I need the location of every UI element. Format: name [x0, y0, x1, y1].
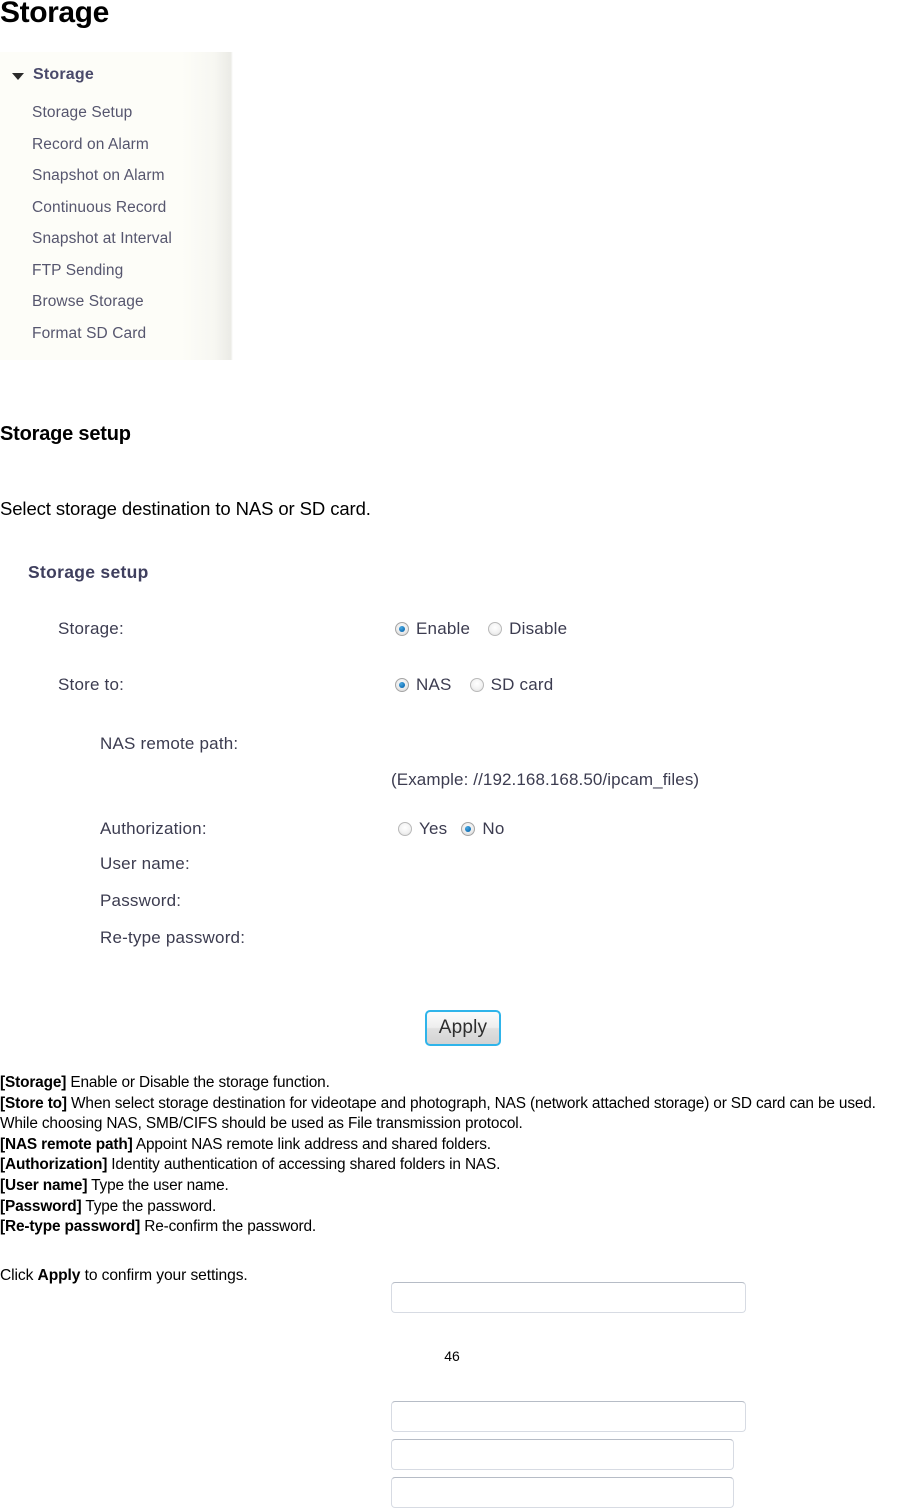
description-term: [NAS remote path]: [0, 1135, 133, 1153]
storage-disable-option[interactable]: Disable: [488, 619, 567, 639]
sidebar-item-storage-setup[interactable]: Storage Setup: [32, 97, 172, 129]
authorization-no-label: No: [482, 819, 505, 838]
description-text: Re-confirm the password.: [140, 1218, 316, 1236]
sidebar-item-snapshot-on-alarm[interactable]: Snapshot on Alarm: [32, 160, 172, 192]
storage-setup-form-screenshot: Storage setup Storage: Enable Disable St…: [0, 552, 904, 1508]
description-list: [Storage] Enable or Disable the storage …: [0, 1073, 904, 1238]
authorization-yes-label: Yes: [419, 819, 448, 838]
closing-suffix: to confirm your settings.: [80, 1267, 248, 1284]
storage-enable-label: Enable: [416, 619, 471, 638]
authorization-row: Authorization:: [100, 819, 207, 839]
sidebar-item-ftp-sending[interactable]: FTP Sending: [32, 255, 172, 287]
user-name-label: User name:: [100, 854, 190, 873]
description-item-password: [Password] Type the password.: [0, 1197, 904, 1218]
nas-remote-path-label: NAS remote path:: [100, 734, 239, 753]
store-to-radio-group: NAS SD card: [395, 675, 553, 695]
section-heading: Storage setup: [0, 423, 131, 445]
page-number: 46: [444, 1348, 460, 1364]
description-item-authorization: [Authorization] Identity authentication …: [0, 1155, 904, 1176]
form-heading: Storage setup: [28, 562, 149, 582]
authorization-no-option[interactable]: No: [461, 819, 504, 839]
description-text: Type the password.: [81, 1197, 217, 1215]
closing-bold-apply: Apply: [37, 1267, 81, 1284]
closing-prefix: Click: [0, 1267, 38, 1284]
sidebar-item-record-on-alarm[interactable]: Record on Alarm: [32, 129, 172, 161]
retype-password-label: Re-type password:: [100, 928, 246, 947]
storage-disable-label: Disable: [509, 619, 568, 638]
sidebar-item-list: Storage Setup Record on Alarm Snapshot o…: [32, 97, 172, 349]
radio-selected-icon[interactable]: [461, 822, 476, 836]
description-item-nas-remote-path: [NAS remote path] Appoint NAS remote lin…: [0, 1135, 904, 1156]
storage-enable-option[interactable]: Enable: [395, 619, 470, 639]
authorization-label: Authorization:: [100, 819, 207, 838]
radio-selected-icon[interactable]: [395, 678, 409, 692]
description-item-user-name: [User name] Type the user name.: [0, 1176, 904, 1197]
nas-remote-path-input[interactable]: [391, 1282, 746, 1313]
storage-label: Storage:: [58, 619, 124, 638]
radio-unselected-icon[interactable]: [398, 822, 412, 836]
description-text: Identity authentication of accessing sha…: [107, 1156, 501, 1174]
sidebar-item-continuous-record[interactable]: Continuous Record: [32, 192, 172, 224]
page-title: Storage: [0, 0, 109, 29]
store-to-nas-label: NAS: [416, 675, 452, 694]
retype-password-input[interactable]: [391, 1477, 734, 1508]
description-term: [Password]: [0, 1197, 82, 1215]
section-intro-text: Select storage destination to NAS or SD …: [0, 498, 371, 519]
apply-button[interactable]: Apply: [425, 1010, 501, 1046]
closing-instruction: Click Apply to confirm your settings.: [0, 1267, 248, 1285]
description-item-store-to: [Store to] When select storage destinati…: [0, 1094, 904, 1135]
nas-remote-path-row: NAS remote path:: [100, 734, 238, 754]
description-text: Appoint NAS remote link address and shar…: [132, 1135, 491, 1153]
user-name-row: User name:: [100, 854, 190, 874]
store-to-label: Store to:: [58, 675, 125, 694]
description-text: Enable or Disable the storage function.: [66, 1074, 330, 1091]
store-to-row: Store to:: [58, 675, 124, 695]
triangle-down-icon: [12, 72, 24, 80]
description-item-retype-password: [Re-type password] Re-confirm the passwo…: [0, 1217, 904, 1238]
password-label: Password:: [100, 891, 182, 910]
description-text: Type the user name.: [87, 1176, 229, 1194]
authorization-yes-option[interactable]: Yes: [398, 819, 447, 839]
description-term: [Store to]: [0, 1094, 67, 1112]
store-to-sdcard-option[interactable]: SD card: [469, 675, 554, 695]
radio-unselected-icon[interactable]: [488, 622, 503, 636]
description-item-storage: [Storage] Enable or Disable the storage …: [0, 1073, 904, 1094]
description-text: When select storage destination for vide…: [0, 1094, 876, 1133]
sidebar-item-storage-root[interactable]: Storage: [12, 66, 94, 84]
radio-unselected-icon[interactable]: [469, 678, 484, 692]
store-to-sdcard-label: SD card: [490, 675, 554, 694]
radio-selected-icon[interactable]: [395, 622, 409, 636]
description-term: [Authorization]: [0, 1156, 108, 1174]
nas-remote-path-example: (Example: //192.168.168.50/ipcam_files): [391, 770, 700, 789]
user-name-input[interactable]: [391, 1401, 746, 1432]
store-to-nas-option[interactable]: NAS: [395, 675, 452, 695]
retype-password-row: Re-type password:: [100, 928, 245, 948]
sidebar-item-browse-storage[interactable]: Browse Storage: [32, 286, 172, 318]
password-input[interactable]: [391, 1439, 734, 1470]
authorization-radio-group: Yes No: [398, 819, 504, 839]
storage-row: Storage:: [58, 619, 124, 639]
sidebar-item-format-sd-card[interactable]: Format SD Card: [32, 318, 172, 350]
sidebar-root-label: Storage: [33, 66, 94, 83]
sidebar-item-snapshot-at-interval[interactable]: Snapshot at Interval: [32, 223, 172, 255]
password-row: Password:: [100, 891, 181, 911]
storage-radio-group: Enable Disable: [395, 619, 567, 639]
document-page: Storage Storage Storage Setup Record on …: [0, 0, 904, 1508]
description-term: [User name]: [0, 1176, 88, 1194]
description-term: [Re-type password]: [0, 1218, 141, 1236]
storage-menu-panel: Storage Storage Setup Record on Alarm Sn…: [0, 52, 233, 360]
description-term: [Storage]: [0, 1074, 67, 1091]
